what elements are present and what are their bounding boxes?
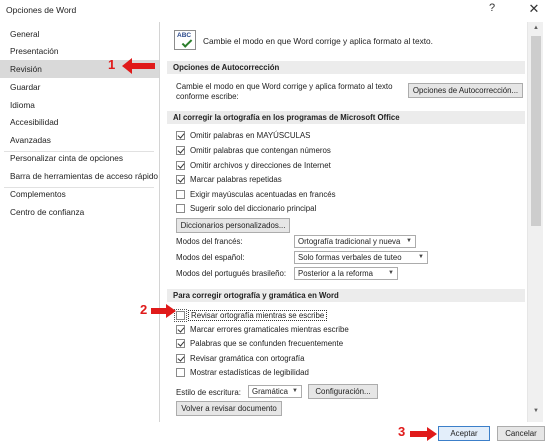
select-estilo-escritura[interactable]: Gramática ▼ (248, 385, 302, 398)
recheck-document-button[interactable]: Volver a revisar documento (176, 401, 282, 416)
section-heading-office: Al corregir la ortografía en los program… (167, 111, 525, 124)
sidebar-item-centro-confianza[interactable]: Centro de confianza (0, 203, 159, 221)
custom-dictionaries-button[interactable]: Diccionarios personalizados... (176, 218, 290, 233)
label-marcar-repetidas: Marcar palabras repetidas (190, 175, 282, 184)
label-omitir-internet: Omitir archivos y direcciones de Interne… (190, 161, 331, 170)
close-icon[interactable]: ✕ (525, 1, 543, 19)
checkbox-omitir-numeros[interactable] (176, 146, 185, 155)
vertical-scrollbar[interactable]: ▲ ▼ (527, 22, 543, 422)
checkbox-marcar-repetidas[interactable] (176, 175, 185, 184)
sidebar-item-barra-acceso-rapido[interactable]: Barra de herramientas de acceso rápido (0, 167, 159, 185)
annotation-arrow-3-icon (410, 427, 437, 441)
chevron-down-icon: ▼ (418, 254, 424, 260)
select-modos-frances-value: Ortografía tradicional y nueva (298, 237, 401, 246)
label-gramatica-ortografia: Revisar gramática con ortografía (190, 354, 305, 363)
annotation-number-1: 1 (108, 57, 116, 72)
sidebar-item-guardar[interactable]: Guardar (0, 78, 159, 96)
checkbox-palabras-confunden[interactable] (176, 339, 185, 348)
cancel-button[interactable]: Cancelar (497, 426, 545, 441)
sidebar-item-general[interactable]: General (0, 25, 159, 43)
autocorrect-options-button[interactable]: Opciones de Autocorrección... (408, 83, 523, 98)
sidebar-item-complementos[interactable]: Complementos (0, 185, 159, 203)
autocorrect-description-line2: conforme escribe: (176, 92, 239, 101)
annotation-arrow-3-shape (410, 427, 437, 441)
select-modos-portugues-value: Posterior a la reforma (298, 269, 373, 278)
label-revisar-ortografia: Revisar ortografía mientras se escribe (188, 310, 328, 321)
page-intro: Cambie el modo en que Word corrige y apl… (203, 36, 433, 46)
select-modos-espanol[interactable]: Solo formas verbales de tuteo ▼ (294, 251, 428, 264)
title-bar: Opciones de Word ? ✕ (0, 0, 550, 22)
label-mayusculas-frances: Exigir mayúsculas acentuadas en francés (190, 190, 336, 199)
scroll-thumb[interactable] (531, 36, 541, 226)
label-omitir-mayusculas: Omitir palabras en MAYÚSCULAS (190, 131, 311, 140)
checkbox-estadisticas-legibilidad[interactable] (176, 368, 185, 377)
select-modos-portugues[interactable]: Posterior a la reforma ▼ (294, 267, 398, 280)
help-icon[interactable]: ? (484, 2, 500, 18)
select-modos-espanol-value: Solo formas verbales de tuteo (298, 253, 402, 262)
label-errores-gramaticales: Marcar errores gramaticales mientras esc… (190, 325, 349, 334)
scroll-up-icon[interactable]: ▲ (531, 25, 541, 35)
chevron-down-icon: ▼ (406, 238, 412, 244)
section-heading-word: Para corregir ortografía y gramática en … (167, 289, 525, 302)
sidebar-item-idioma[interactable]: Idioma (0, 96, 159, 114)
checkbox-omitir-internet[interactable] (176, 161, 185, 170)
sidebar: General Presentación Revisión Guardar Id… (0, 22, 160, 422)
label-modos-espanol: Modos del español: (176, 253, 245, 262)
label-diccionario-principal: Sugerir solo del diccionario principal (190, 204, 317, 213)
annotation-arrow-2-icon (151, 304, 176, 318)
checkbox-gramatica-ortografia[interactable] (176, 354, 185, 363)
section-heading-autocorreccion: Opciones de Autocorrección (167, 61, 525, 74)
checkbox-mayusculas-frances[interactable] (176, 190, 185, 199)
sidebar-item-accesibilidad[interactable]: Accesibilidad (0, 113, 159, 131)
label-palabras-confunden: Palabras que se confunden frecuentemente (190, 339, 344, 348)
scroll-down-icon[interactable]: ▼ (531, 408, 541, 418)
label-modos-frances: Modos del francés: (176, 237, 243, 246)
label-estadisticas-legibilidad: Mostrar estadísticas de legibilidad (190, 368, 309, 377)
abc-check-icon: ABC (174, 30, 196, 50)
autocorrect-description-line1: Cambie el modo en que Word corrige y apl… (176, 82, 393, 91)
label-omitir-numeros: Omitir palabras que contengan números (190, 146, 331, 155)
accept-button[interactable]: Aceptar (438, 426, 490, 441)
chevron-down-icon: ▼ (388, 270, 394, 276)
annotation-number-3: 3 (398, 424, 406, 439)
select-modos-frances[interactable]: Ortografía tradicional y nueva ▼ (294, 235, 416, 248)
label-modos-portugues: Modos del portugués brasileño: (176, 269, 287, 278)
label-estilo-escritura: Estilo de escritura: (176, 388, 241, 397)
annotation-arrow-1-icon (122, 58, 155, 74)
configuracion-button[interactable]: Configuración... (308, 384, 378, 399)
checkbox-revisar-ortografia[interactable] (174, 309, 187, 322)
checkbox-omitir-mayusculas[interactable] (176, 131, 185, 140)
checkbox-diccionario-principal[interactable] (176, 204, 185, 213)
annotation-number-2: 2 (140, 302, 148, 317)
select-estilo-escritura-value: Gramática (252, 387, 288, 396)
annotation-arrow-1-shape (122, 58, 155, 74)
annotation-arrow-2-shape (151, 304, 176, 318)
window-title: Opciones de Word (6, 5, 77, 15)
checkbox-errores-gramaticales[interactable] (176, 325, 185, 334)
dialog-footer: Aceptar Cancelar (0, 422, 550, 447)
chevron-down-icon: ▼ (292, 388, 298, 394)
sidebar-item-avanzadas[interactable]: Avanzadas (0, 131, 159, 149)
sidebar-item-personalizar-cinta[interactable]: Personalizar cinta de opciones (0, 149, 159, 167)
